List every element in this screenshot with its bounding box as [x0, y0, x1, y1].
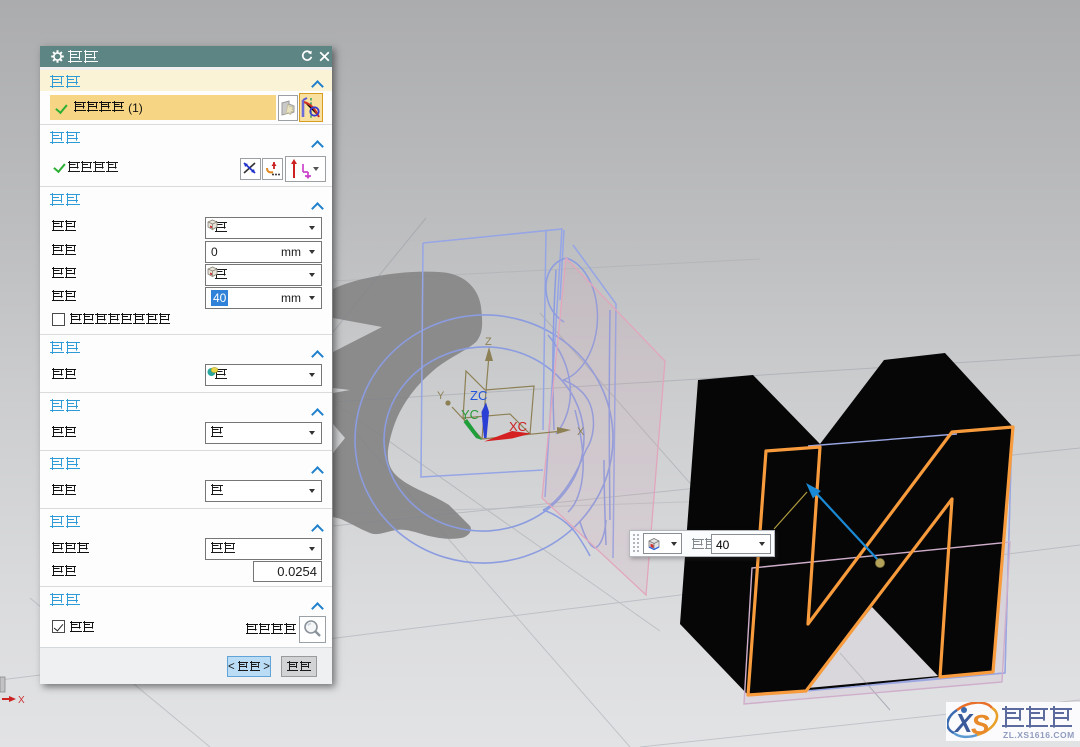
svg-text:Y: Y: [437, 390, 445, 402]
svg-text:S: S: [971, 709, 990, 740]
svg-text:XC: XC: [509, 419, 527, 434]
svg-text:X: X: [577, 426, 585, 438]
svg-text:ZC: ZC: [470, 388, 487, 403]
svg-text:Z: Z: [485, 336, 492, 348]
svg-text:X: X: [18, 695, 25, 706]
svg-text:YC: YC: [461, 407, 479, 422]
